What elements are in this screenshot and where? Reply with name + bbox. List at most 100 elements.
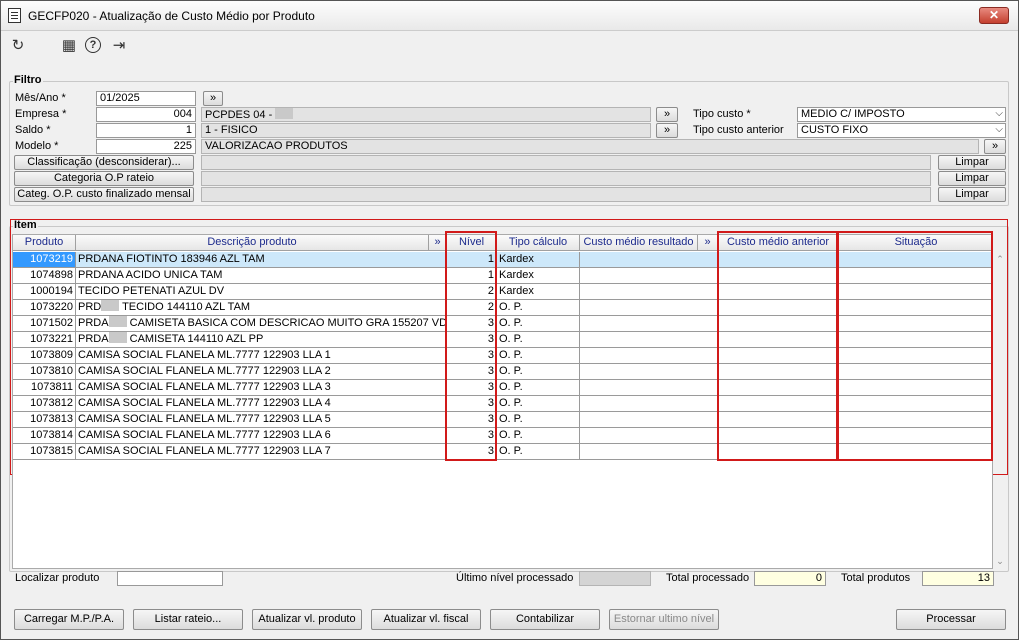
cell-tipo-calculo[interactable]: Kardex [497,252,580,268]
cell-custo-resultado[interactable] [580,364,718,380]
empresa-input[interactable]: 004 [96,107,196,122]
modelo-lookup-button[interactable]: » [984,139,1006,154]
cell-produto[interactable]: 1073813 [13,412,76,428]
refresh-icon[interactable]: ↻ [9,37,27,55]
cell-tipo-calculo[interactable]: O. P. [497,444,580,460]
cell-produto[interactable]: 1073221 [13,332,76,348]
redacted-mark [108,332,127,343]
col-tipo-calculo[interactable]: Tipo cálculo [497,235,580,251]
cell-descricao[interactable]: CAMISA SOCIAL FLANELA ML.7777 122903 LLA… [76,412,447,428]
col-descricao[interactable]: Descrição produto [76,235,429,251]
cell-custo-resultado[interactable] [580,444,718,460]
cell-custo-resultado[interactable] [580,268,718,284]
processar-button[interactable]: Processar [896,609,1006,630]
carregar-button[interactable]: Carregar M.P./P.A. [14,609,124,630]
cell-descricao[interactable]: CAMISA SOCIAL FLANELA ML.7777 122903 LLA… [76,364,447,380]
cell-descricao[interactable]: CAMISA SOCIAL FLANELA ML.7777 122903 LLA… [76,396,447,412]
cell-produto[interactable]: 1073815 [13,444,76,460]
localizar-label: Localizar produto [15,572,100,584]
help-icon[interactable]: ? [85,37,101,53]
categ-op-custo-button[interactable]: Categ. O.P. custo finalizado mensal [14,187,194,202]
cell-produto[interactable]: 1071502 [13,316,76,332]
empresa-lookup-button[interactable]: » [656,107,678,122]
cell-descricao[interactable]: CAMISA SOCIAL FLANELA ML.7777 122903 LLA… [76,428,447,444]
cell-custo-resultado[interactable] [580,300,718,316]
cell-descricao[interactable]: CAMISA SOCIAL FLANELA ML.7777 122903 LLA… [76,444,447,460]
cell-produto[interactable]: 1000194 [13,284,76,300]
cell-custo-resultado[interactable] [580,428,718,444]
cell-custo-resultado[interactable] [580,348,718,364]
cell-produto[interactable]: 1073219 [13,252,76,268]
tipo-custo-anterior-select[interactable]: CUSTO FIXO ⌵ [797,123,1006,138]
cell-tipo-calculo[interactable]: O. P. [497,412,580,428]
atualizar-fiscal-button[interactable]: Atualizar vl. fiscal [371,609,481,630]
localizar-input[interactable] [117,571,223,586]
atualizar-produto-button[interactable]: Atualizar vl. produto [252,609,362,630]
mes-ano-input[interactable]: 01/2025 [96,91,196,106]
categoria-op-rateio-field [201,171,931,186]
cell-produto[interactable]: 1073811 [13,380,76,396]
modelo-input[interactable]: 225 [96,139,196,154]
limpar-classificacao-button[interactable]: Limpar [938,155,1006,170]
cell-produto[interactable]: 1074898 [13,268,76,284]
cell-tipo-calculo[interactable]: O. P. [497,428,580,444]
cell-tipo-calculo[interactable]: Kardex [497,284,580,300]
cell-tipo-calculo[interactable]: O. P. [497,396,580,412]
saldo-input[interactable]: 1 [96,123,196,138]
cell-tipo-calculo[interactable]: O. P. [497,380,580,396]
table-scrollbar[interactable]: ⌃ ⌄ [993,250,1007,569]
cell-custo-resultado[interactable] [580,332,718,348]
cell-produto[interactable]: 1073810 [13,364,76,380]
cell-descricao[interactable]: PRD TECIDO 144110 AZL TAM [76,300,447,316]
cell-tipo-calculo[interactable]: O. P. [497,316,580,332]
cell-custo-resultado[interactable] [580,284,718,300]
cell-descricao[interactable]: CAMISA SOCIAL FLANELA ML.7777 122903 LLA… [76,380,447,396]
cell-custo-resultado[interactable] [580,412,718,428]
cell-custo-resultado[interactable] [580,396,718,412]
ultimo-nivel-label: Último nível processado [456,572,574,584]
classificacao-button[interactable]: Classificação (desconsiderar)... [14,155,194,170]
close-button[interactable]: ✕ [979,7,1009,24]
cell-tipo-calculo[interactable]: Kardex [497,268,580,284]
saldo-label: Saldo * [15,124,51,136]
mes-ano-lookup-button[interactable]: » [203,91,223,106]
descricao-part: PRDA [78,333,109,345]
scroll-down-icon[interactable]: ⌄ [993,556,1007,567]
cell-produto[interactable]: 1073812 [13,396,76,412]
cell-descricao[interactable]: PRDANA FIOTINTO 183946 AZL TAM [76,252,447,268]
chevron-down-icon: ⌵ [995,108,1003,119]
cell-tipo-calculo[interactable]: O. P. [497,332,580,348]
cell-produto[interactable]: 1073814 [13,428,76,444]
col-custo-medio-resultado[interactable]: Custo médio resultado [580,235,698,251]
cell-descricao[interactable]: CAMISA SOCIAL FLANELA ML.7777 122903 LLA… [76,348,447,364]
cell-tipo-calculo[interactable]: O. P. [497,300,580,316]
cell-custo-resultado[interactable] [580,252,718,268]
cell-produto[interactable]: 1073809 [13,348,76,364]
cell-custo-resultado[interactable] [580,316,718,332]
calendar-icon[interactable]: ▦ [60,37,78,55]
estornar-button: Estornar ultimo nível [609,609,719,630]
saldo-lookup-button[interactable]: » [656,123,678,138]
empresa-description: PCPDES 04 - [201,107,651,122]
listar-rateio-button[interactable]: Listar rateio... [133,609,243,630]
scroll-up-icon[interactable]: ⌃ [993,254,1007,265]
cell-descricao[interactable]: PRDA CAMISETA 144110 AZL PP [76,332,447,348]
col-expand-button-2[interactable]: » [698,235,718,251]
cell-descricao[interactable]: PRDA CAMISETA BASICA COM DESCRICAO MUITO… [76,316,447,332]
cell-produto[interactable]: 1073220 [13,300,76,316]
cell-tipo-calculo[interactable]: O. P. [497,348,580,364]
cell-descricao[interactable]: TECIDO PETENATI AZUL DV [76,284,447,300]
contabilizar-button[interactable]: Contabilizar [490,609,600,630]
limpar-categ-op-button[interactable]: Limpar [938,187,1006,202]
cell-tipo-calculo[interactable]: O. P. [497,364,580,380]
cell-custo-resultado[interactable] [580,380,718,396]
exit-icon[interactable]: ⇥ [110,37,128,55]
tipo-custo-value: MEDIO C/ IMPOSTO [801,108,905,120]
col-produto[interactable]: Produto [13,235,76,251]
cell-descricao[interactable]: PRDANA ACIDO UNICA TAM [76,268,447,284]
limpar-categoria-button[interactable]: Limpar [938,171,1006,186]
categoria-op-rateio-button[interactable]: Categoria O.P rateio [14,171,194,186]
window-title: GECFP020 - Atualização de Custo Médio po… [28,9,315,23]
tipo-custo-select[interactable]: MEDIO C/ IMPOSTO ⌵ [797,107,1006,122]
mes-ano-label: Mês/Ano * [15,92,66,104]
